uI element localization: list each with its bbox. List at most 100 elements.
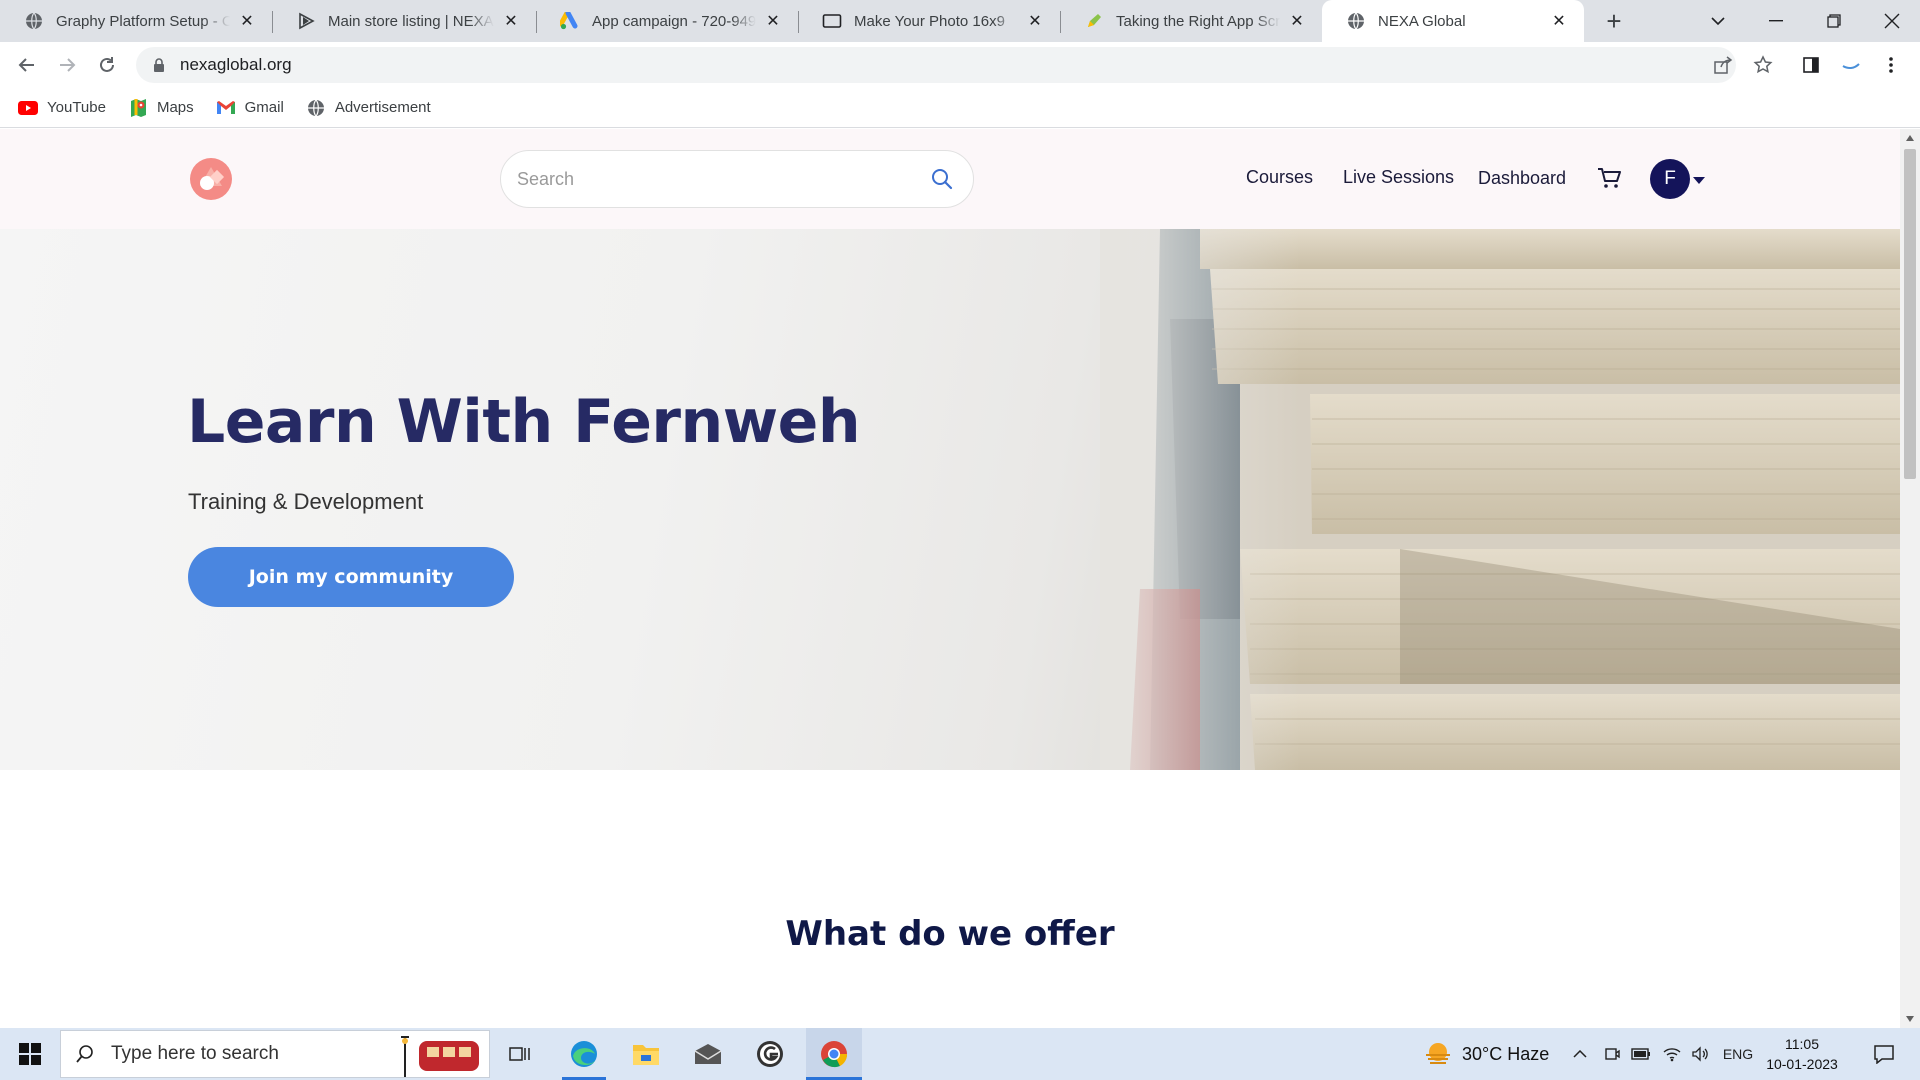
close-window-button[interactable]: [1864, 0, 1920, 42]
close-tab-icon[interactable]: ✕: [1286, 10, 1308, 32]
bookmarks-bar: YouTube Maps Gmail Advertisement: [0, 88, 1920, 128]
tab-taking-right-app-screenshots[interactable]: Taking the Right App Scree ✕: [1060, 0, 1322, 42]
restore-button[interactable]: [1806, 0, 1862, 42]
edge-icon[interactable]: [558, 1028, 610, 1080]
page-viewport: Search Courses Live Sessions Dashboard F: [0, 129, 1920, 1028]
maps-icon: [128, 98, 148, 118]
nav-courses[interactable]: Courses: [1246, 167, 1313, 188]
tab-title: Taking the Right App Scree: [1116, 12, 1280, 30]
search-input[interactable]: Search: [517, 169, 929, 190]
windows-start-icon[interactable]: [8, 1028, 52, 1080]
scrollbar-thumb[interactable]: [1904, 149, 1916, 479]
tab-strip: Graphy Platform Setup - Co ✕ Main store …: [0, 0, 1920, 42]
globe-icon: [306, 98, 326, 118]
google-ads-icon: [560, 11, 580, 31]
lock-icon[interactable]: [152, 57, 166, 73]
tab-main-store-listing[interactable]: Main store listing | NEXA Gl ✕: [272, 0, 536, 42]
extension-icon[interactable]: [1836, 50, 1866, 80]
search-icon: [75, 1044, 95, 1064]
system-clock[interactable]: 11:05 10-01-2023: [1762, 1034, 1842, 1074]
bookmark-label: YouTube: [47, 99, 106, 116]
haze-sun-icon: [1424, 1041, 1452, 1067]
hero-subtitle: Training & Development: [188, 489, 424, 514]
tab-search-chevron-icon[interactable]: [1690, 0, 1746, 42]
play-console-icon: [296, 11, 316, 31]
language-indicator[interactable]: ENG: [1720, 1028, 1756, 1080]
books-stack-image: [1100, 229, 1900, 770]
mail-icon[interactable]: [682, 1028, 734, 1080]
site-header: Search Courses Live Sessions Dashboard F: [0, 129, 1900, 229]
tab-graphy[interactable]: Graphy Platform Setup - Co ✕: [0, 0, 272, 42]
tab-make-your-photo[interactable]: Make Your Photo 16x9 ✕: [798, 0, 1060, 42]
side-panel-icon[interactable]: [1796, 50, 1826, 80]
nav-dashboard[interactable]: Dashboard: [1478, 168, 1566, 189]
share-icon[interactable]: [1708, 50, 1738, 80]
close-tab-icon[interactable]: ✕: [1024, 10, 1046, 32]
weather-text: 30°C Haze: [1462, 1043, 1550, 1064]
tab-title: NEXA Global: [1378, 12, 1466, 30]
windows-taskbar: Type here to search 30°C Haze ENG 11:05 …: [0, 1028, 1920, 1080]
tab-title: Main store listing | NEXA Gl: [328, 12, 494, 30]
scrollbar[interactable]: [1900, 129, 1920, 1028]
bookmark-maps[interactable]: Maps: [128, 98, 194, 118]
wifi-icon[interactable]: [1660, 1028, 1684, 1080]
minimize-button[interactable]: [1748, 0, 1804, 42]
tab-title: Make Your Photo 16x9: [854, 12, 1005, 30]
hero-banner: Learn With Fernweh Training & Developmen…: [0, 229, 1900, 770]
file-explorer-icon[interactable]: [620, 1028, 672, 1080]
notification-icon[interactable]: [1864, 1028, 1904, 1080]
bookmark-youtube[interactable]: YouTube: [18, 98, 106, 118]
url-text: nexaglobal.org: [180, 55, 292, 74]
forward-button[interactable]: [52, 50, 82, 80]
bookmark-label: Maps: [156, 99, 194, 116]
window-icon: [822, 11, 842, 31]
battery-icon[interactable]: [1628, 1028, 1654, 1080]
browser-menu-icon[interactable]: [1876, 50, 1906, 80]
bookmark-star-icon[interactable]: [1748, 50, 1778, 80]
chevron-up-icon[interactable]: [1568, 1028, 1592, 1080]
browser-toolbar: nexaglobal.org: [0, 42, 1920, 88]
close-tab-icon[interactable]: ✕: [236, 10, 258, 32]
globe-icon: [24, 11, 44, 31]
close-tab-icon[interactable]: ✕: [1548, 10, 1570, 32]
clock-time: 11:05: [1785, 1036, 1819, 1052]
search-icon[interactable]: [929, 166, 955, 192]
bookmark-gmail[interactable]: Gmail: [216, 98, 284, 118]
meet-now-icon[interactable]: [1600, 1028, 1624, 1080]
close-tab-icon[interactable]: ✕: [500, 10, 522, 32]
tab-title: App campaign - 720-949-4: [592, 12, 756, 30]
tab-title: Graphy Platform Setup - Co: [56, 12, 230, 30]
reload-button[interactable]: [92, 50, 122, 80]
train-illustration-icon: [399, 1031, 489, 1077]
back-button[interactable]: [12, 50, 42, 80]
chevron-down-icon[interactable]: [1692, 172, 1706, 184]
clock-date: 10-01-2023: [1766, 1056, 1838, 1072]
youtube-icon: [18, 98, 38, 118]
tab-nexa-global[interactable]: NEXA Global ✕: [1322, 0, 1584, 42]
tab-app-campaign[interactable]: App campaign - 720-949-4 ✕: [536, 0, 798, 42]
gmail-icon: [216, 98, 236, 118]
bookmark-label: Gmail: [244, 99, 284, 116]
scroll-down-icon[interactable]: [1905, 1014, 1915, 1024]
grammarly-icon[interactable]: [744, 1028, 796, 1080]
new-tab-button[interactable]: +: [1600, 6, 1628, 36]
volume-icon[interactable]: [1688, 1028, 1712, 1080]
task-view-icon[interactable]: [500, 1028, 540, 1080]
taskbar-search[interactable]: Type here to search: [60, 1030, 490, 1078]
taskbar-search-input[interactable]: Type here to search: [111, 1043, 279, 1065]
bookmark-label: Advertisement: [334, 99, 431, 116]
cart-icon[interactable]: [1596, 165, 1622, 191]
chrome-icon[interactable]: [806, 1028, 862, 1080]
nav-live-sessions[interactable]: Live Sessions: [1343, 167, 1454, 188]
join-community-button[interactable]: Join my community: [188, 547, 514, 607]
scroll-up-icon[interactable]: [1905, 133, 1915, 143]
close-tab-icon[interactable]: ✕: [762, 10, 784, 32]
site-logo[interactable]: [190, 158, 232, 200]
section-title: What do we offer: [785, 914, 1115, 954]
avatar[interactable]: F: [1650, 159, 1690, 199]
globe-icon: [1346, 11, 1366, 31]
site-search[interactable]: Search: [500, 150, 974, 208]
bookmark-advertisement[interactable]: Advertisement: [306, 98, 431, 118]
weather-widget[interactable]: 30°C Haze: [1424, 1028, 1549, 1080]
address-bar[interactable]: nexaglobal.org: [136, 47, 1736, 83]
